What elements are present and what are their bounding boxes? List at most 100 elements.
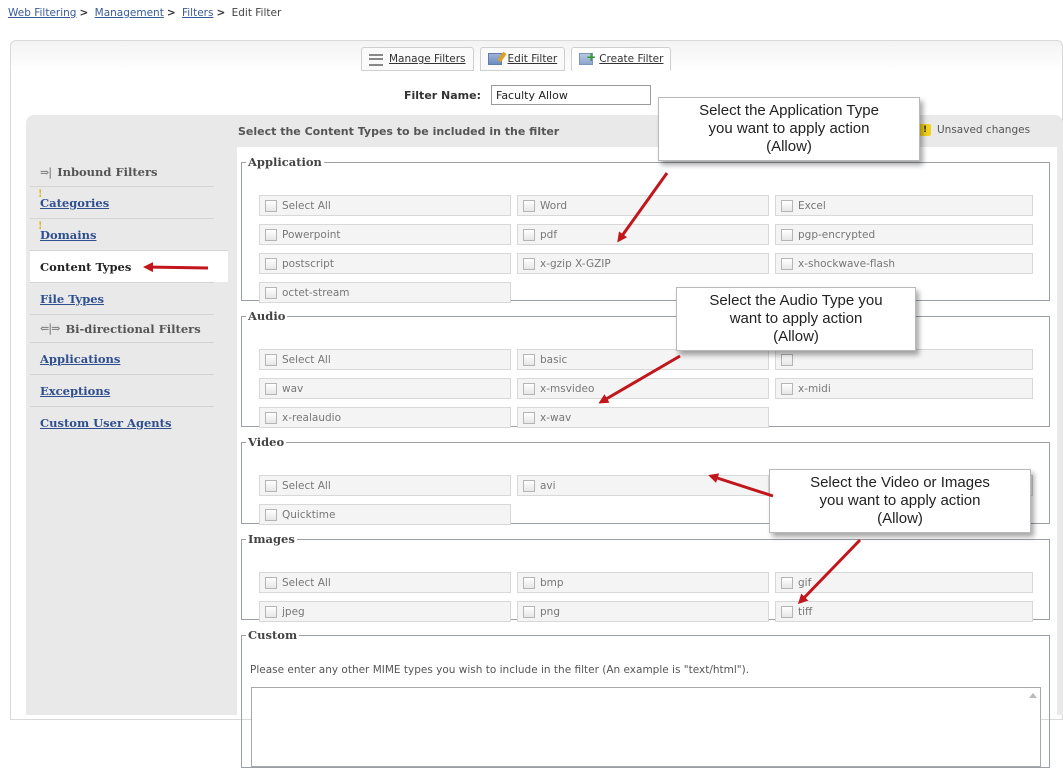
audio-wav-checkbox[interactable]: wav xyxy=(259,378,511,399)
checkbox-box[interactable] xyxy=(781,576,793,589)
callout-line: Select the Audio Type you xyxy=(709,292,883,309)
images-bmp-checkbox[interactable]: bmp xyxy=(517,572,769,593)
checkbox-box[interactable] xyxy=(523,199,535,212)
checkbox-box[interactable] xyxy=(523,479,535,492)
callout-line: (Allow) xyxy=(773,328,819,345)
checkbox-box[interactable] xyxy=(265,508,277,521)
video-select-all-checkbox[interactable]: Select All xyxy=(259,475,511,496)
checkbox-box[interactable] xyxy=(523,228,535,241)
checkbox-box[interactable] xyxy=(523,576,535,589)
images-select-all-checkbox[interactable]: Select All xyxy=(259,572,511,593)
checkbox-box[interactable] xyxy=(781,228,793,241)
checkbox-box[interactable] xyxy=(523,257,535,270)
application-select-all-checkbox[interactable]: Select All xyxy=(259,195,511,216)
checkbox-box[interactable] xyxy=(781,382,793,395)
sidebar: ⇒| Inbound Filters ! Categories ! Domain… xyxy=(30,158,228,438)
tab-label: Create Filter xyxy=(599,53,664,65)
checkbox-box[interactable] xyxy=(523,353,535,366)
callout-application: Select the Application Type you want to … xyxy=(658,97,920,161)
audio-hidden-option-checkbox[interactable] xyxy=(775,349,1033,370)
sidebar-item-domains[interactable]: ! Domains xyxy=(30,218,214,250)
application-x-gzip-checkbox[interactable]: x-gzip X-GZIP xyxy=(517,253,769,274)
application-octet-stream-checkbox[interactable]: octet-stream xyxy=(259,282,511,303)
video-quicktime-checkbox[interactable]: Quicktime xyxy=(259,504,511,525)
custom-mime-textarea[interactable] xyxy=(251,687,1041,767)
tab-label: Edit Filter xyxy=(507,53,558,65)
sidebar-item-file-types[interactable]: File Types xyxy=(30,282,214,314)
video-avi-checkbox[interactable]: avi xyxy=(517,475,769,496)
breadcrumb-separator: > xyxy=(216,7,226,19)
video-legend: Video xyxy=(248,435,285,449)
application-pdf-checkbox[interactable]: pdf xyxy=(517,224,769,245)
checkbox-box[interactable] xyxy=(265,576,277,589)
checkbox-box[interactable] xyxy=(265,257,277,270)
checkbox-box[interactable] xyxy=(265,605,277,618)
checkbox-box[interactable] xyxy=(265,228,277,241)
checkbox-box[interactable] xyxy=(781,257,793,270)
audio-x-msvideo-checkbox[interactable]: x-msvideo xyxy=(517,378,769,399)
breadcrumb-filters[interactable]: Filters xyxy=(182,7,213,19)
scroll-up-icon[interactable] xyxy=(1029,693,1037,698)
callout-video-images: Select the Video or Images you want to a… xyxy=(769,469,1031,533)
audio-basic-checkbox[interactable]: basic xyxy=(517,349,769,370)
images-tiff-checkbox[interactable]: tiff xyxy=(775,601,1033,622)
checkbox-box[interactable] xyxy=(265,411,277,424)
application-postscript-checkbox[interactable]: postscript xyxy=(259,253,511,274)
application-excel-checkbox[interactable]: Excel xyxy=(775,195,1033,216)
warning-icon: ! xyxy=(38,221,43,232)
checkbox-box[interactable] xyxy=(781,353,793,366)
checkbox-box[interactable] xyxy=(523,382,535,395)
option-label: avi xyxy=(540,479,556,492)
list-icon xyxy=(369,53,383,66)
checkbox-box[interactable] xyxy=(523,605,535,618)
application-powerpoint-checkbox[interactable]: Powerpoint xyxy=(259,224,511,245)
option-label: Select All xyxy=(282,353,331,366)
checkbox-box[interactable] xyxy=(265,479,277,492)
sidebar-item-exceptions[interactable]: Exceptions xyxy=(30,374,214,406)
checkbox-box[interactable] xyxy=(265,382,277,395)
checkbox-box[interactable] xyxy=(781,605,793,618)
bidirectional-filters-label: Bi-directional Filters xyxy=(65,321,201,336)
sidebar-item-content-types[interactable]: Content Types xyxy=(30,250,228,282)
breadcrumb-management[interactable]: Management xyxy=(95,7,164,19)
checkbox-box[interactable] xyxy=(265,353,277,366)
sidebar-item-label: Content Types xyxy=(40,259,132,274)
filter-name-label: Filter Name: xyxy=(404,89,481,102)
option-label: Quicktime xyxy=(282,508,336,521)
tab-edit-filter[interactable]: Edit Filter xyxy=(479,47,566,71)
images-png-checkbox[interactable]: png xyxy=(517,601,769,622)
breadcrumb-web-filtering[interactable]: Web Filtering xyxy=(8,7,76,19)
checkbox-box[interactable] xyxy=(265,286,277,299)
option-label: basic xyxy=(540,353,568,366)
custom-instructions: Please enter any other MIME types you wi… xyxy=(250,664,750,676)
tab-create-filter[interactable]: Create Filter xyxy=(571,47,672,71)
create-icon xyxy=(579,51,596,65)
filter-name-input[interactable] xyxy=(491,85,651,105)
application-word-checkbox[interactable]: Word xyxy=(517,195,769,216)
tab-manage-filters[interactable]: Manage Filters xyxy=(361,47,474,71)
sidebar-item-categories[interactable]: ! Categories xyxy=(30,186,214,218)
option-label: Select All xyxy=(282,199,331,212)
option-label: Excel xyxy=(798,199,826,212)
images-jpeg-checkbox[interactable]: jpeg xyxy=(259,601,511,622)
sidebar-item-custom-user-agents[interactable]: Custom User Agents xyxy=(30,406,214,438)
application-pgp-encrypted-checkbox[interactable]: pgp-encrypted xyxy=(775,224,1033,245)
audio-select-all-checkbox[interactable]: Select All xyxy=(259,349,511,370)
checkbox-box[interactable] xyxy=(265,199,277,212)
audio-legend: Audio xyxy=(248,309,286,323)
option-label: x-msvideo xyxy=(540,382,595,395)
audio-x-realaudio-checkbox[interactable]: x-realaudio xyxy=(259,407,511,428)
checkbox-box[interactable] xyxy=(523,411,535,424)
callout-audio: Select the Audio Type you want to apply … xyxy=(676,287,916,351)
sidebar-item-applications[interactable]: Applications xyxy=(30,342,214,374)
sidebar-item-label: Exceptions xyxy=(40,383,111,398)
audio-x-midi-checkbox[interactable]: x-midi xyxy=(775,378,1033,399)
warning-icon: ! xyxy=(919,124,931,136)
warning-icon: ! xyxy=(38,189,43,200)
option-label: pdf xyxy=(540,228,558,241)
audio-x-wav-checkbox[interactable]: x-wav xyxy=(517,407,769,428)
checkbox-box[interactable] xyxy=(781,199,793,212)
application-x-shockwave-flash-checkbox[interactable]: x-shockwave-flash xyxy=(775,253,1033,274)
edit-icon xyxy=(487,53,502,65)
images-gif-checkbox[interactable]: gif xyxy=(775,572,1033,593)
